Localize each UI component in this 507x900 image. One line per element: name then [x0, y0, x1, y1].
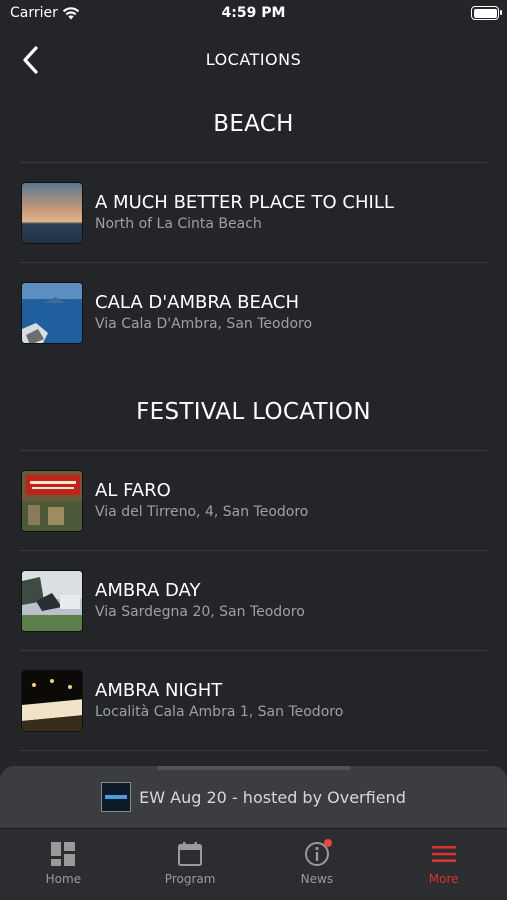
- location-thumbnail: [21, 469, 83, 532]
- location-title: A MUCH BETTER PLACE TO CHILL: [95, 191, 394, 213]
- list-item[interactable]: AMBRA NIGHT Località Cala Ambra 1, San T…: [20, 651, 487, 750]
- location-thumbnail: [21, 569, 83, 632]
- page-title: LOCATIONS: [205, 50, 302, 69]
- status-bar: Carrier 4:59 PM: [0, 0, 507, 30]
- tab-more[interactable]: More: [380, 829, 507, 900]
- tab-news[interactable]: News: [254, 829, 381, 900]
- tab-label: News: [300, 872, 334, 886]
- location-title: CALA D'AMBRA BEACH: [95, 291, 299, 313]
- player-artwork: [101, 782, 132, 812]
- location-address: Via del Tirreno, 4, San Teodoro: [95, 503, 309, 520]
- clock: 4:59 PM: [221, 5, 286, 21]
- tab-bar: Home Program News More: [0, 828, 507, 900]
- section-title-festival-location: FESTIVAL LOCATION: [136, 399, 371, 425]
- list-item[interactable]: AMBRA DAY Via Sardegna 20, San Teodoro: [20, 551, 487, 650]
- location-thumbnail: [21, 281, 83, 344]
- calendar-icon: [178, 842, 203, 866]
- battery-icon: [471, 6, 502, 20]
- tab-label: Home: [45, 872, 82, 886]
- grid-icon: [51, 842, 76, 866]
- location-thumbnail: [21, 181, 83, 244]
- player-grab-handle[interactable]: [157, 766, 351, 770]
- player-title: EW Aug 20 - hosted by Overfiend: [139, 787, 406, 807]
- locations-list: BEACH A MUCH BETTER PLACE TO CHILL North…: [0, 94, 507, 751]
- menu-icon: [431, 846, 456, 862]
- navigation-bar: LOCATIONS: [0, 36, 507, 84]
- location-address: Località Cala Ambra 1, San Teodoro: [95, 703, 344, 720]
- location-title: AMBRA DAY: [95, 579, 201, 601]
- tab-home[interactable]: Home: [0, 829, 127, 900]
- tab-program[interactable]: Program: [127, 829, 254, 900]
- notification-badge: [323, 839, 332, 847]
- tab-label: More: [428, 872, 459, 886]
- location-title: AMBRA NIGHT: [95, 679, 223, 701]
- list-item[interactable]: AL FARO Via del Tirreno, 4, San Teodoro: [20, 451, 487, 550]
- location-address: Via Cala D'Ambra, San Teodoro: [95, 315, 313, 332]
- location-title: AL FARO: [95, 479, 171, 501]
- divider: [20, 750, 487, 751]
- tab-label: Program: [164, 872, 216, 886]
- location-thumbnail: [21, 669, 83, 732]
- list-item[interactable]: A MUCH BETTER PLACE TO CHILL North of La…: [20, 163, 487, 262]
- section-title-beach: BEACH: [213, 111, 294, 137]
- location-address: Via Sardegna 20, San Teodoro: [95, 603, 305, 620]
- mini-player[interactable]: EW Aug 20 - hosted by Overfiend: [0, 766, 507, 828]
- location-address: North of La Cinta Beach: [95, 215, 262, 232]
- list-item[interactable]: CALA D'AMBRA BEACH Via Cala D'Ambra, San…: [20, 263, 487, 362]
